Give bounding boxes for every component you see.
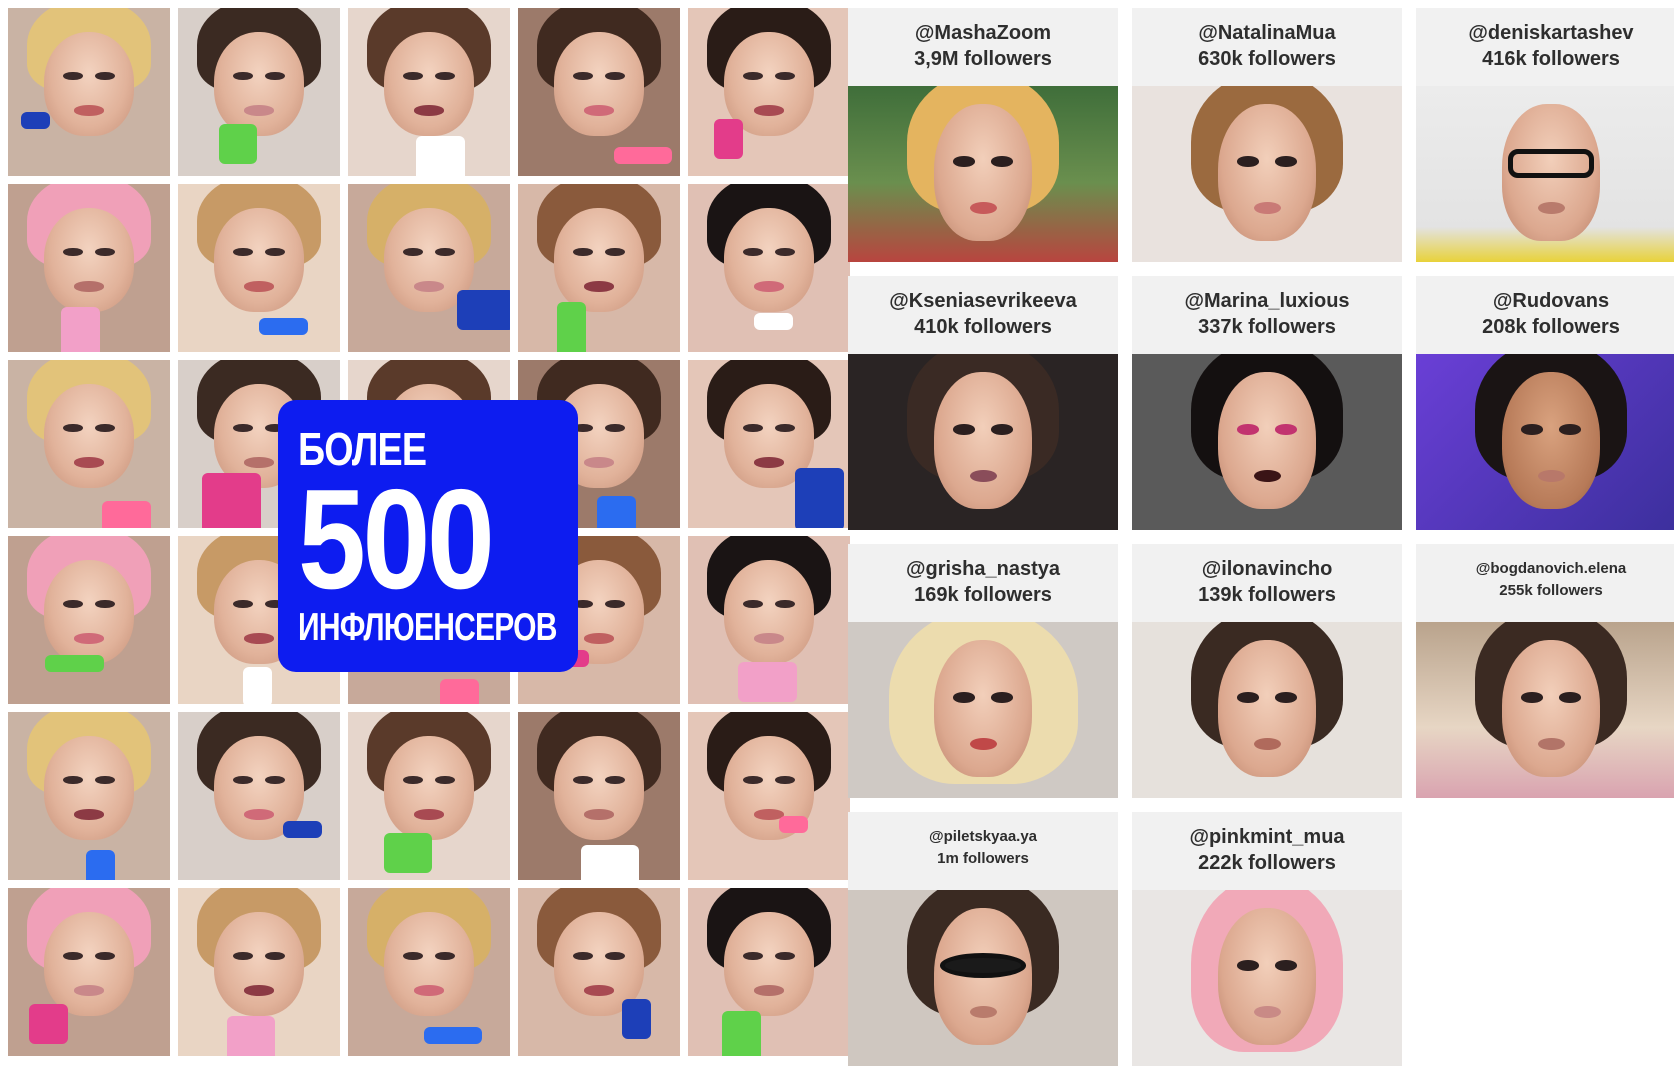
- card-header: @Rudovans 208k followers: [1416, 276, 1674, 354]
- makeup-photo-tile: [688, 888, 850, 1056]
- card-header: @NatalinaMua 630k followers: [1132, 8, 1402, 86]
- influencer-handle: @pinkmint_mua: [1189, 826, 1345, 848]
- influencer-followers: 1m followers: [937, 850, 1029, 867]
- influencer-photo: [1132, 354, 1402, 530]
- influencer-followers: 337k followers: [1198, 316, 1336, 338]
- influencer-photo: [848, 622, 1118, 798]
- makeup-photo-tile: [348, 184, 510, 352]
- makeup-photo-tile: [178, 184, 340, 352]
- influencer-photo: [1416, 622, 1674, 798]
- makeup-photo-tile: [8, 184, 170, 352]
- badge-number: 500: [298, 460, 495, 619]
- influencer-handle: @Marina_luxious: [1184, 290, 1350, 312]
- influencer-card: @grisha_nastya 169k followers: [848, 544, 1118, 798]
- influencer-photo: [848, 354, 1118, 530]
- influencer-card: @Rudovans 208k followers: [1416, 276, 1674, 530]
- card-header: @deniskartashev 416k followers: [1416, 8, 1674, 86]
- influencer-photo: [1132, 890, 1402, 1066]
- makeup-photo-tile: [688, 184, 850, 352]
- influencer-handle: @piletskyaa.ya: [928, 828, 1038, 845]
- makeup-photo-tile: [178, 888, 340, 1056]
- makeup-photo-tile: [178, 8, 340, 176]
- influencer-card: @bogdanovich.elena 255k followers: [1416, 544, 1674, 798]
- card-header: @Marina_luxious 337k followers: [1132, 276, 1402, 354]
- influencer-followers: 3,9M followers: [914, 48, 1052, 70]
- influencer-followers: 139k followers: [1198, 584, 1336, 606]
- makeup-photo-tile: [518, 8, 680, 176]
- influencer-handle: @MashaZoom: [914, 22, 1052, 44]
- influencer-card: @Marina_luxious 337k followers: [1132, 276, 1402, 530]
- influencer-photo: [848, 890, 1118, 1066]
- makeup-photo-tile: [348, 712, 510, 880]
- card-header: @MashaZoom 3,9M followers: [848, 8, 1118, 86]
- influencer-handle: @ilonavincho: [1201, 558, 1333, 580]
- influencer-card: @pinkmint_mua 222k followers: [1132, 812, 1402, 1066]
- influencer-card: @deniskartashev 416k followers: [1416, 8, 1674, 262]
- card-header: @ilonavincho 139k followers: [1132, 544, 1402, 622]
- makeup-photo-tile: [8, 536, 170, 704]
- influencer-card: @ilonavincho 139k followers: [1132, 544, 1402, 798]
- card-header: @piletskyaa.ya 1m followers: [848, 812, 1118, 890]
- makeup-photo-tile: [8, 712, 170, 880]
- influencer-photo: [1416, 354, 1674, 530]
- makeup-photo-tile: [8, 360, 170, 528]
- influencer-handle: @Kseniasevrikeeva: [889, 290, 1077, 312]
- influencer-card: @piletskyaa.ya 1m followers: [848, 812, 1118, 1066]
- influencer-photo: [1132, 86, 1402, 262]
- influencer-handle: @Rudovans: [1492, 290, 1610, 312]
- influencer-handle: @grisha_nastya: [905, 558, 1060, 580]
- influencer-followers: 208k followers: [1482, 316, 1620, 338]
- influencer-handle: @deniskartashev: [1468, 22, 1634, 44]
- influencer-followers: 416k followers: [1482, 48, 1620, 70]
- influencer-followers: 169k followers: [914, 584, 1052, 606]
- influencer-followers: 630k followers: [1198, 48, 1336, 70]
- card-header: @grisha_nastya 169k followers: [848, 544, 1118, 622]
- influencer-followers: 410k followers: [914, 316, 1052, 338]
- influencer-followers: 222k followers: [1198, 852, 1336, 874]
- makeup-photo-tile: [518, 184, 680, 352]
- card-header: @bogdanovich.elena 255k followers: [1416, 544, 1674, 622]
- influencer-followers: 255k followers: [1499, 582, 1603, 599]
- influencer-card: @NatalinaMua 630k followers: [1132, 8, 1402, 262]
- influencer-card: @Kseniasevrikeeva 410k followers: [848, 276, 1118, 530]
- makeup-photo-tile: [688, 536, 850, 704]
- makeup-photo-tile: [178, 712, 340, 880]
- card-header: @pinkmint_mua 222k followers: [1132, 812, 1402, 890]
- makeup-photo-tile: [348, 8, 510, 176]
- makeup-photo-tile: [348, 888, 510, 1056]
- makeup-photo-tile: [518, 712, 680, 880]
- card-header: @Kseniasevrikeeva 410k followers: [848, 276, 1118, 354]
- influencer-card: @MashaZoom 3,9M followers: [848, 8, 1118, 262]
- makeup-photo-tile: [688, 8, 850, 176]
- makeup-photo-tile: [688, 360, 850, 528]
- makeup-photo-tile: [8, 8, 170, 176]
- influencer-photo: [1416, 86, 1674, 262]
- influencer-handle: @bogdanovich.elena: [1475, 560, 1627, 577]
- influencer-handle: @NatalinaMua: [1198, 22, 1336, 44]
- influencer-photo: [848, 86, 1118, 262]
- makeup-photo-tile: [688, 712, 850, 880]
- badge-line-influencers: ИНФЛЮЕНСЕРОВ: [298, 606, 557, 649]
- makeup-photo-tile: [518, 888, 680, 1056]
- influencer-count-badge: БОЛЕЕ 500 ИНФЛЮЕНСЕРОВ: [278, 400, 578, 672]
- influencer-photo: [1132, 622, 1402, 798]
- makeup-photo-tile: [8, 888, 170, 1056]
- influencer-cards: @MashaZoom 3,9M followers @NatalinaMua 6…: [848, 8, 1674, 1066]
